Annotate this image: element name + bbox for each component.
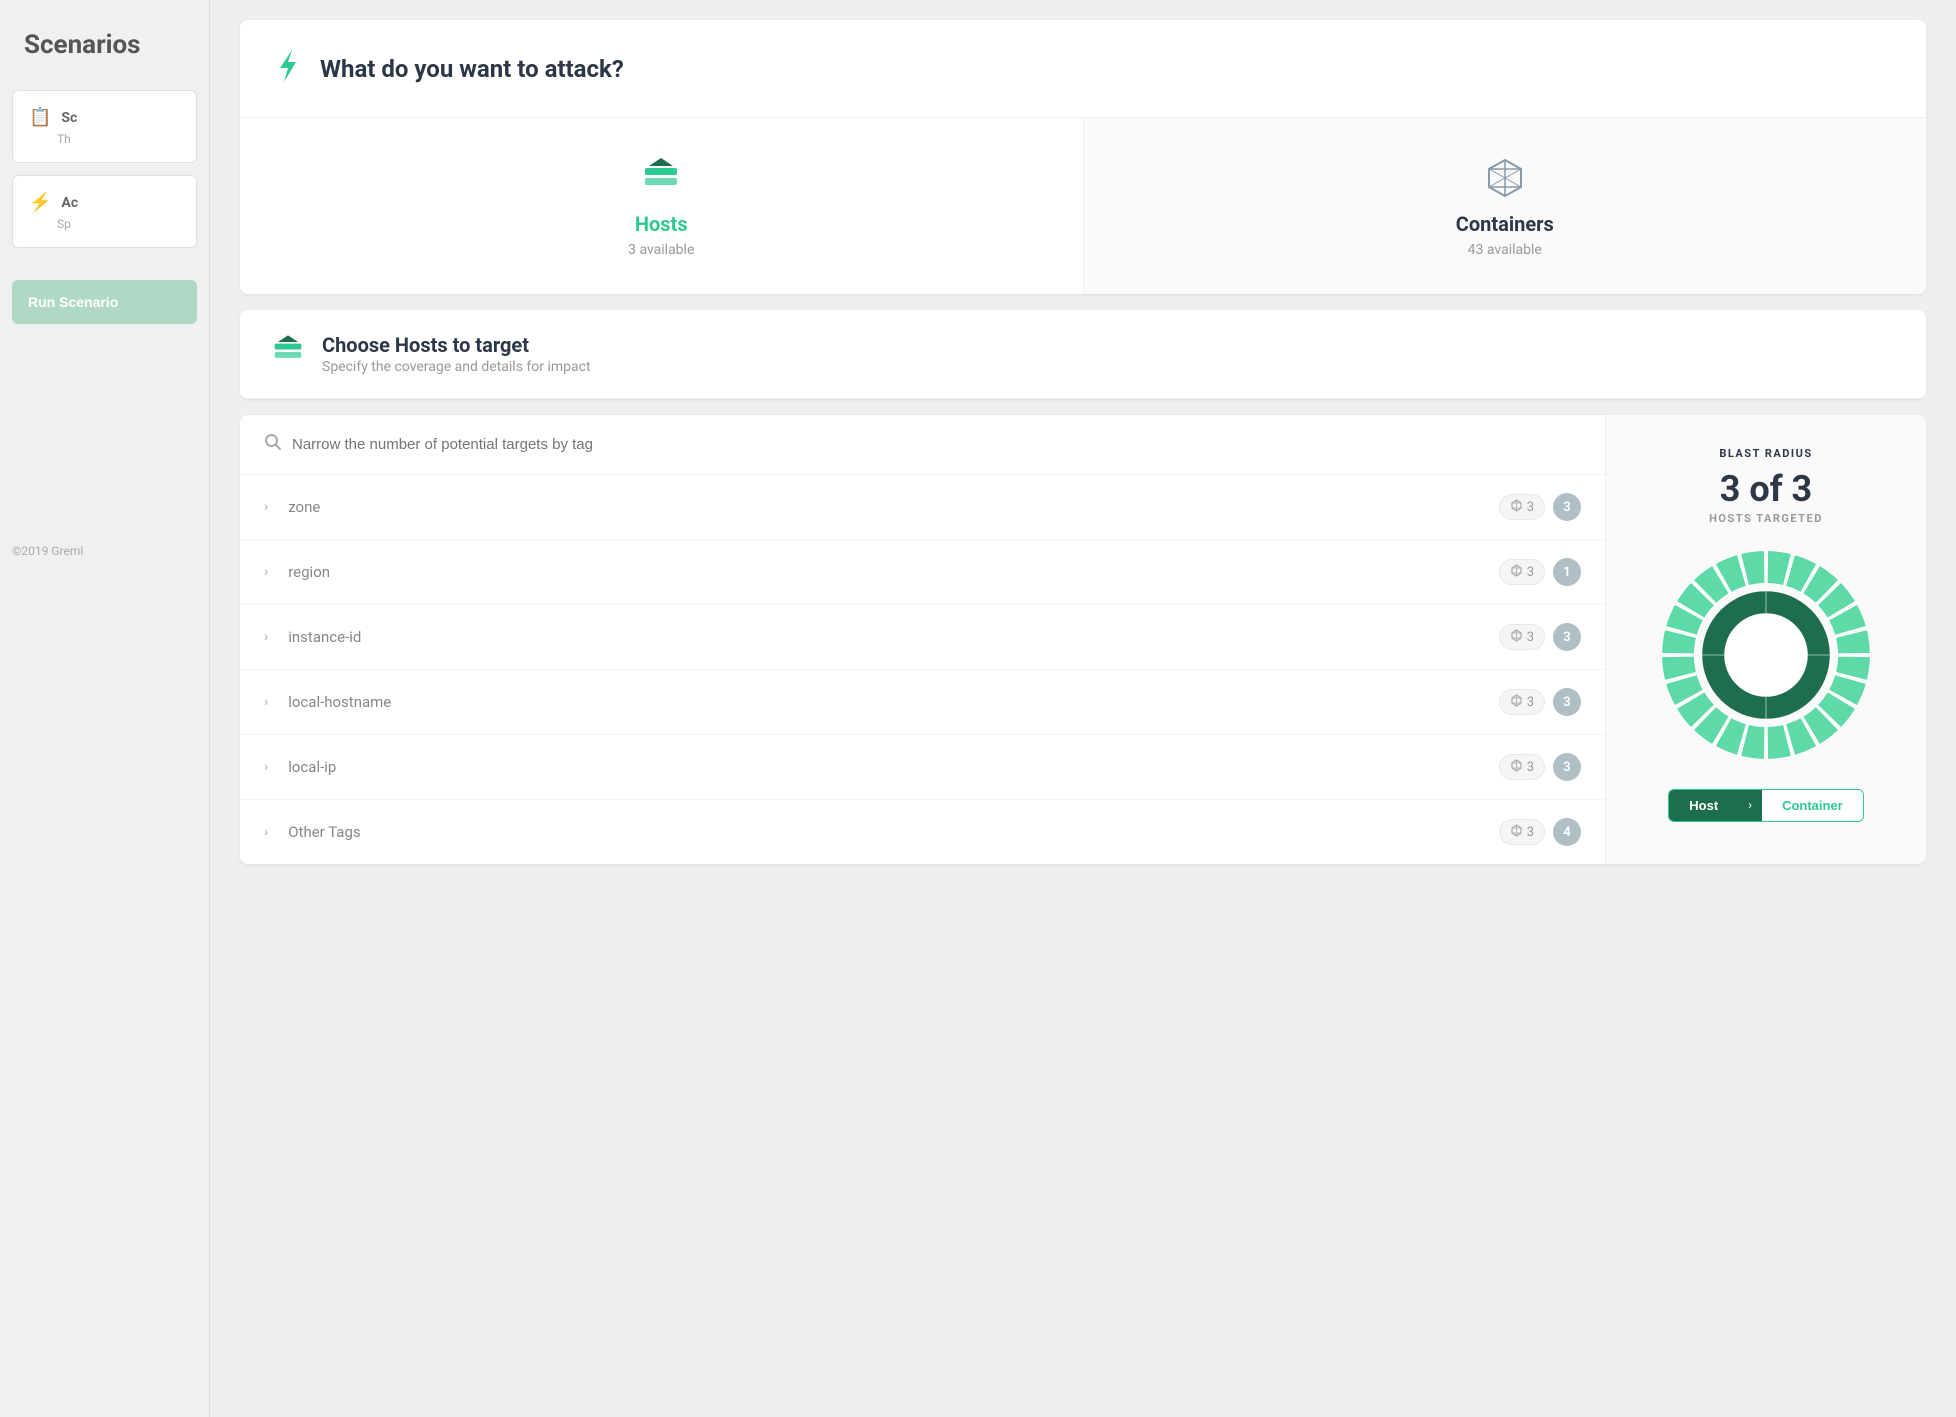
cube-icon-local-hostname — [1510, 694, 1523, 710]
region-container-badge: 3 — [1499, 559, 1545, 585]
instance-id-host-badge: 3 — [1553, 623, 1581, 651]
cube-icon-local-ip — [1510, 759, 1523, 775]
toggle-arrow-icon: › — [1738, 790, 1762, 821]
chevron-icon-local-ip: › — [264, 759, 268, 775]
chevron-icon-local-hostname: › — [264, 694, 268, 710]
host-container-toggle[interactable]: Host › Container — [1668, 789, 1863, 822]
tag-row-region[interactable]: › region 3 — [240, 540, 1605, 605]
toggle-host-button[interactable]: Host — [1669, 790, 1738, 821]
containers-count: 43 available — [1108, 242, 1903, 258]
sidebar-footer: ©2019 Greml — [12, 544, 197, 558]
target-containers-option[interactable]: Containers 43 available — [1084, 118, 1927, 294]
blast-radius-fraction: 3 of 3 — [1720, 468, 1812, 510]
main-content: What do you want to attack? Hosts 3 avai… — [210, 0, 1956, 1417]
tag-search-bar[interactable] — [240, 415, 1605, 475]
cube-icon-other-tags — [1510, 824, 1523, 840]
cube-icon-region — [1510, 564, 1523, 580]
chevron-icon-instance-id: › — [264, 629, 268, 645]
tag-badges-region: 3 1 — [1499, 558, 1581, 586]
attack-section-card: What do you want to attack? Hosts 3 avai… — [240, 20, 1926, 294]
tag-name-local-hostname: local-hostname — [288, 693, 1498, 711]
choose-hosts-title: Choose Hosts to target — [322, 333, 591, 357]
sidebar: Scenarios 📋 Sc Th ⚡ Ac Sp Run Scenario ©… — [0, 0, 210, 1417]
sidebar-card-attack[interactable]: ⚡ Ac Sp — [12, 175, 197, 248]
tag-name-region: region — [288, 563, 1498, 581]
choose-hosts-icon — [268, 332, 308, 376]
tag-search-input[interactable] — [292, 436, 1581, 453]
tag-badges-zone: 3 3 — [1499, 493, 1581, 521]
sidebar-card-scenario[interactable]: 📋 Sc Th — [12, 90, 197, 163]
clipboard-icon: 📋 — [29, 107, 51, 128]
tag-name-instance-id: instance-id — [288, 628, 1498, 646]
tag-row-local-ip[interactable]: › local-ip 3 — [240, 735, 1605, 800]
containers-label: Containers — [1108, 212, 1903, 236]
tag-row-other-tags[interactable]: › Other Tags — [240, 800, 1605, 864]
hosts-label: Hosts — [264, 212, 1059, 236]
chevron-icon-zone: › — [264, 499, 268, 515]
tag-row-local-hostname[interactable]: › local-hostname — [240, 670, 1605, 735]
other-tags-container-badge: 3 — [1499, 819, 1545, 845]
instance-id-container-badge: 3 — [1499, 624, 1545, 650]
region-host-badge: 1 — [1553, 558, 1581, 586]
blast-radius-sub: HOSTS TARGETED — [1709, 512, 1823, 525]
lightning-icon-main — [272, 48, 304, 89]
choose-hosts-subtitle: Specify the coverage and details for imp… — [322, 359, 591, 375]
local-hostname-host-badge: 3 — [1553, 688, 1581, 716]
target-options: Hosts 3 available C — [240, 118, 1926, 294]
choose-header: Choose Hosts to target Specify the cover… — [240, 310, 1926, 399]
blast-radius-panel: BLAST RADIUS 3 of 3 HOSTS TARGETED — [1606, 415, 1926, 864]
tag-badges-local-hostname: 3 3 — [1499, 688, 1581, 716]
choose-header-text: Choose Hosts to target Specify the cover… — [322, 333, 591, 375]
cube-icon-zone — [1510, 499, 1523, 515]
tag-panel: › zone 3 — [240, 415, 1606, 864]
local-hostname-container-badge: 3 — [1499, 689, 1545, 715]
hosts-count: 3 available — [264, 242, 1059, 258]
lightning-icon-sidebar: ⚡ — [29, 192, 51, 213]
attack-title: What do you want to attack? — [320, 55, 624, 83]
tag-row-zone[interactable]: › zone 3 — [240, 475, 1605, 540]
zone-host-badge: 3 — [1553, 493, 1581, 521]
search-icon — [264, 433, 282, 456]
tag-badges-instance-id: 3 3 — [1499, 623, 1581, 651]
attack-header: What do you want to attack? — [240, 20, 1926, 118]
target-blast-layout: › zone 3 — [240, 415, 1926, 864]
blast-radius-title: BLAST RADIUS — [1719, 447, 1812, 460]
donut-chart — [1656, 545, 1876, 765]
sidebar-title: Scenarios — [0, 30, 209, 90]
tag-badges-other-tags: 3 4 — [1499, 818, 1581, 846]
toggle-container-button[interactable]: Container — [1762, 790, 1863, 821]
other-tags-host-badge: 4 — [1553, 818, 1581, 846]
tag-row-instance-id[interactable]: › instance-id — [240, 605, 1605, 670]
chevron-icon-region: › — [264, 564, 268, 580]
tag-list: › zone 3 — [240, 475, 1605, 864]
tag-name-other-tags: Other Tags — [288, 823, 1498, 841]
zone-container-badge: 3 — [1499, 494, 1545, 520]
target-hosts-option[interactable]: Hosts 3 available — [240, 118, 1084, 294]
local-ip-host-badge: 3 — [1553, 753, 1581, 781]
run-scenario-button[interactable]: Run Scenario — [12, 280, 197, 324]
tag-name-local-ip: local-ip — [288, 758, 1498, 776]
containers-icon — [1108, 154, 1903, 202]
tag-badges-local-ip: 3 3 — [1499, 753, 1581, 781]
choose-hosts-card: Choose Hosts to target Specify the cover… — [240, 310, 1926, 399]
hosts-icon — [264, 154, 1059, 202]
scenario-card-sub: Th — [29, 132, 180, 146]
chevron-icon-other-tags: › — [264, 824, 268, 840]
attack-card-sub: Sp — [29, 217, 180, 231]
cube-icon-instance-id — [1510, 629, 1523, 645]
tag-name-zone: zone — [288, 498, 1498, 516]
scenario-card-title: Sc — [61, 110, 77, 126]
local-ip-container-badge: 3 — [1499, 754, 1545, 780]
attack-card-title: Ac — [61, 195, 78, 211]
